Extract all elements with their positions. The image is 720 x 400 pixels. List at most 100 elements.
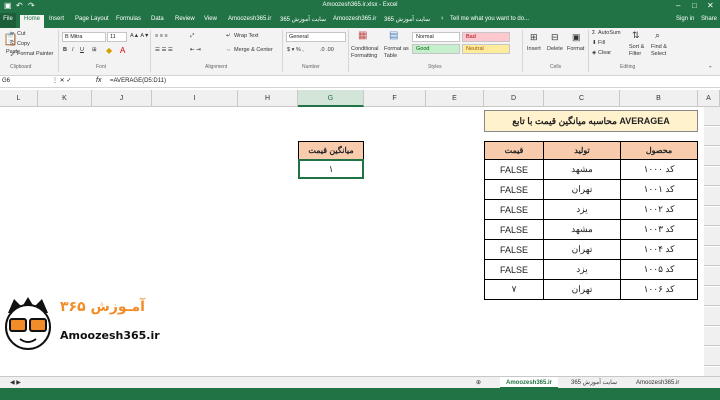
orientation-icon[interactable]: ⤢ <box>190 33 194 40</box>
autosum-button[interactable]: AutoSum <box>598 30 621 36</box>
table-cell-price[interactable]: FALSE <box>484 159 544 180</box>
format-painter-icon[interactable]: 🖌 <box>10 51 17 57</box>
row-header[interactable] <box>704 167 720 186</box>
table-cell-price[interactable]: FALSE <box>484 259 544 280</box>
fill-icon[interactable]: ⬇ <box>592 40 597 46</box>
find-select-button[interactable]: Find & Select <box>651 44 675 58</box>
conditional-formatting-button[interactable]: Conditional Formatting <box>351 46 385 60</box>
decimal-icon[interactable]: .0 .00 <box>320 47 334 53</box>
wrap-text-button[interactable]: Wrap Text <box>234 33 259 39</box>
indent-icon[interactable]: ⇤ ⇥ <box>190 47 201 53</box>
format-painter-button[interactable]: Format Painter <box>17 51 53 57</box>
maximize-icon[interactable]: □ <box>692 1 697 10</box>
col-header[interactable]: F <box>364 90 426 107</box>
table-cell-production[interactable]: مشهد <box>543 219 621 240</box>
table-cell-price[interactable]: ۷ <box>484 279 544 300</box>
clear-icon[interactable]: ◈ <box>592 50 596 56</box>
col-header[interactable]: J <box>92 90 152 107</box>
style-neutral[interactable]: Neutral <box>462 44 510 54</box>
sheet-title-cell[interactable]: محاسبه میانگین قیمت با تابع AVERAGEA <box>484 110 698 132</box>
table-cell-product[interactable]: کد ۱۰۰۳ <box>620 219 698 240</box>
row-header[interactable] <box>704 207 720 226</box>
minimize-icon[interactable]: – <box>676 1 680 10</box>
table-cell-production[interactable]: مشهد <box>543 159 621 180</box>
borders-icon[interactable]: ⊞ <box>92 47 97 53</box>
average-value-cell[interactable]: ۱ <box>298 159 364 179</box>
italic-icon[interactable]: I <box>72 47 74 53</box>
insert-cells-icon[interactable]: ⊞ <box>530 32 538 43</box>
header-production-cell[interactable]: تولید <box>543 141 621 160</box>
worksheet-grid[interactable]: محاسبه میانگین قیمت با تابع AVERAGEA قیم… <box>0 107 720 386</box>
col-header[interactable]: E <box>426 90 484 107</box>
style-normal[interactable]: Normal <box>412 32 460 42</box>
row-header[interactable] <box>704 247 720 266</box>
table-cell-product[interactable]: کد ۱۰۰۴ <box>620 239 698 260</box>
sign-in-link[interactable]: Sign in <box>676 16 694 22</box>
tab-site-2[interactable]: سایت آموزش 365 <box>384 16 430 23</box>
table-cell-product[interactable]: کد ۱۰۰۵ <box>620 259 698 280</box>
row-header[interactable] <box>704 327 720 346</box>
table-cell-product[interactable]: کد ۱۰۰۲ <box>620 199 698 220</box>
format-as-table-button[interactable]: Format as Table <box>384 46 410 60</box>
bold-icon[interactable]: B <box>63 47 67 53</box>
table-cell-production[interactable]: تهران <box>543 179 621 200</box>
underline-icon[interactable]: U <box>80 47 84 53</box>
row-header[interactable] <box>704 307 720 326</box>
style-good[interactable]: Good <box>412 44 460 54</box>
header-price-cell[interactable]: قیمت <box>484 141 544 160</box>
font-size-select[interactable]: 11 <box>107 32 127 42</box>
sort-filter-button[interactable]: Sort & Filter <box>629 44 651 58</box>
col-header[interactable]: D <box>484 90 544 107</box>
row-header[interactable] <box>704 127 720 146</box>
tab-insert[interactable]: Insert <box>49 16 64 22</box>
tab-amoozesh-1[interactable]: Amoozesh365.ir <box>228 16 271 22</box>
wrap-icon[interactable]: ↵ <box>226 33 231 39</box>
collapse-ribbon-icon[interactable]: ⌃ <box>708 66 713 72</box>
autosum-icon[interactable]: Σ <box>592 30 595 36</box>
align-top-icon[interactable]: ≡ ≡ ≡ <box>155 33 168 39</box>
tab-site-1[interactable]: سایت آموزش 365 <box>280 16 326 23</box>
col-header[interactable]: B <box>620 90 698 107</box>
find-select-icon[interactable]: ⌕ <box>655 30 660 41</box>
align-left-icon[interactable]: ☰ ☰ ☰ <box>155 47 173 53</box>
fill-button[interactable]: Fill <box>598 40 605 46</box>
font-name-select[interactable]: B Mitra <box>62 32 106 42</box>
table-cell-product[interactable]: کد ۱۰۰۰ <box>620 159 698 180</box>
table-cell-production[interactable]: یزد <box>543 259 621 280</box>
row-header[interactable] <box>704 287 720 306</box>
number-format-select[interactable]: General <box>286 32 346 42</box>
table-cell-production[interactable]: تهران <box>543 279 621 300</box>
merge-center-button[interactable]: Merge & Center <box>234 47 273 53</box>
copy-button[interactable]: Copy <box>17 41 30 47</box>
row-header[interactable] <box>704 107 720 126</box>
name-box[interactable]: G6 <box>2 78 50 84</box>
col-header[interactable]: K <box>38 90 92 107</box>
row-header[interactable] <box>704 267 720 286</box>
cut-icon[interactable]: ✂ <box>10 31 15 37</box>
close-icon[interactable]: ✕ <box>707 1 714 10</box>
copy-icon[interactable]: ⎘ <box>10 41 14 48</box>
row-header[interactable] <box>704 147 720 166</box>
tab-page-layout[interactable]: Page Layout <box>75 16 109 22</box>
currency-icon[interactable]: $ ▾ % , <box>287 47 304 53</box>
col-header[interactable]: C <box>544 90 620 107</box>
tab-view[interactable]: View <box>204 16 217 22</box>
clear-button[interactable]: Clear <box>598 50 611 56</box>
table-cell-price[interactable]: FALSE <box>484 199 544 220</box>
col-header-selected[interactable]: G <box>298 90 364 107</box>
font-color-icon[interactable]: A <box>120 46 125 55</box>
table-cell-price[interactable]: FALSE <box>484 179 544 200</box>
row-header[interactable] <box>704 347 720 366</box>
tab-file[interactable]: File <box>0 13 16 28</box>
row-header[interactable] <box>704 187 720 206</box>
conditional-formatting-icon[interactable]: ▦ <box>358 30 367 41</box>
format-cells-button[interactable]: Format <box>567 46 584 52</box>
table-cell-price[interactable]: FALSE <box>484 239 544 260</box>
style-bad[interactable]: Bad <box>462 32 510 42</box>
insert-cells-button[interactable]: Insert <box>527 46 541 52</box>
delete-cells-icon[interactable]: ⊟ <box>551 32 559 43</box>
table-cell-production[interactable]: یزد <box>543 199 621 220</box>
col-header[interactable]: I <box>152 90 238 107</box>
table-cell-production[interactable]: تهران <box>543 239 621 260</box>
fill-color-icon[interactable]: ◆ <box>106 46 112 55</box>
